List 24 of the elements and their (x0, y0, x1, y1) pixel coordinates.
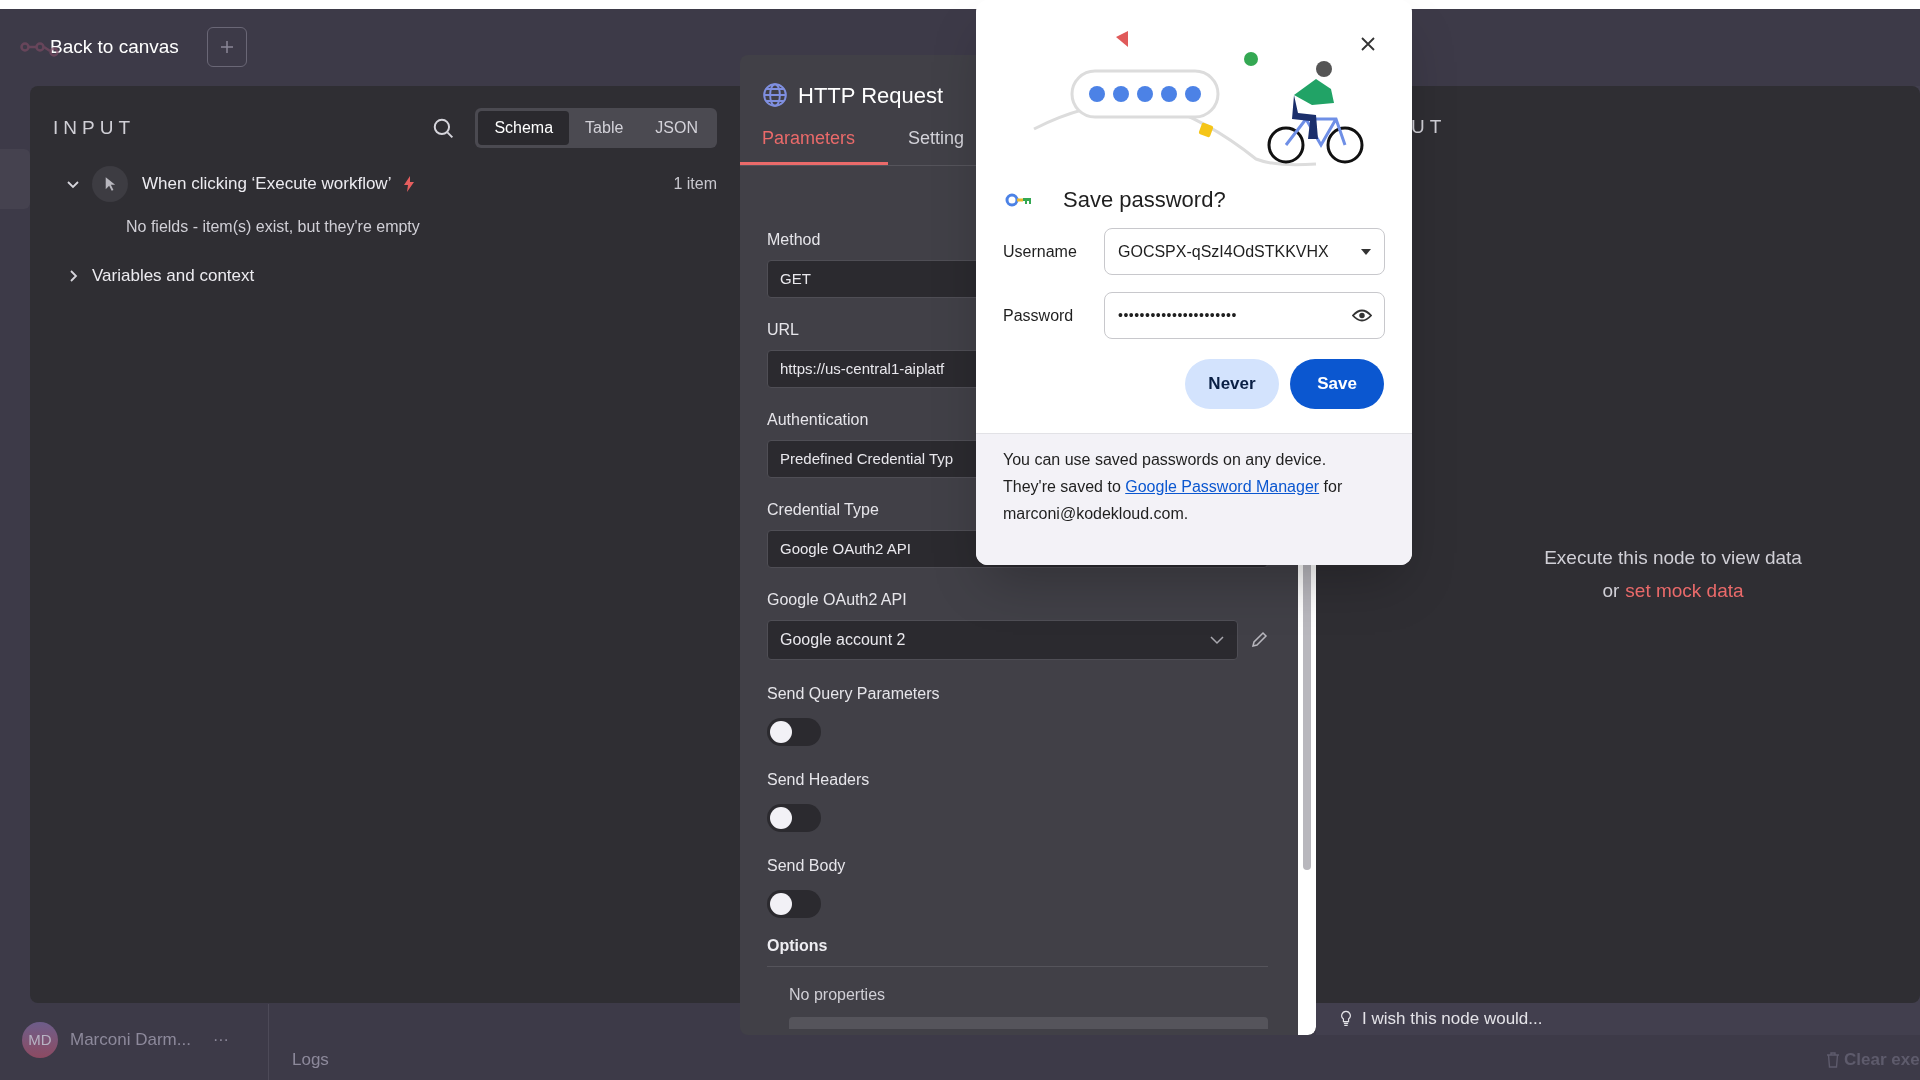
avatar: MD (22, 1022, 58, 1058)
storage-notice: You can use saved passwords on any device. They're saved to Google Password Manager for marconi@kodekloud.com. (1003, 450, 1344, 524)
field-label: Method (767, 230, 821, 250)
field-label: Credential Type (767, 500, 879, 520)
empty-output-message: or (1602, 578, 1620, 603)
panel-title: UT (1411, 115, 1447, 139)
panel-title: INPUT (53, 115, 136, 140)
field-label: Google OAuth2 API (767, 590, 907, 610)
dialog-title: Save password? (1063, 186, 1226, 214)
field-label: Authentication (767, 410, 869, 430)
field-label: Send Headers (767, 770, 870, 790)
options-heading: Options (767, 936, 828, 956)
field-label: Send Query Parameters (767, 684, 940, 704)
field-label: Send Body (767, 856, 846, 876)
field-label: URL (767, 320, 799, 340)
item-count: 1 item (673, 174, 717, 194)
node-title: HTTP Request (798, 81, 944, 110)
field-label: Password (1003, 305, 1075, 326)
field-label: Username (1003, 241, 1078, 262)
empty-fields-message: No fields - item(s) exist, but they're empty (126, 217, 420, 237)
trigger-name: When clicking ‘Execute workflow’ (142, 173, 392, 196)
empty-options-text: No properties (789, 985, 886, 1005)
empty-output-message: Execute this node to view data (1544, 546, 1802, 570)
user-name: Marconi Darm... (70, 1029, 191, 1052)
